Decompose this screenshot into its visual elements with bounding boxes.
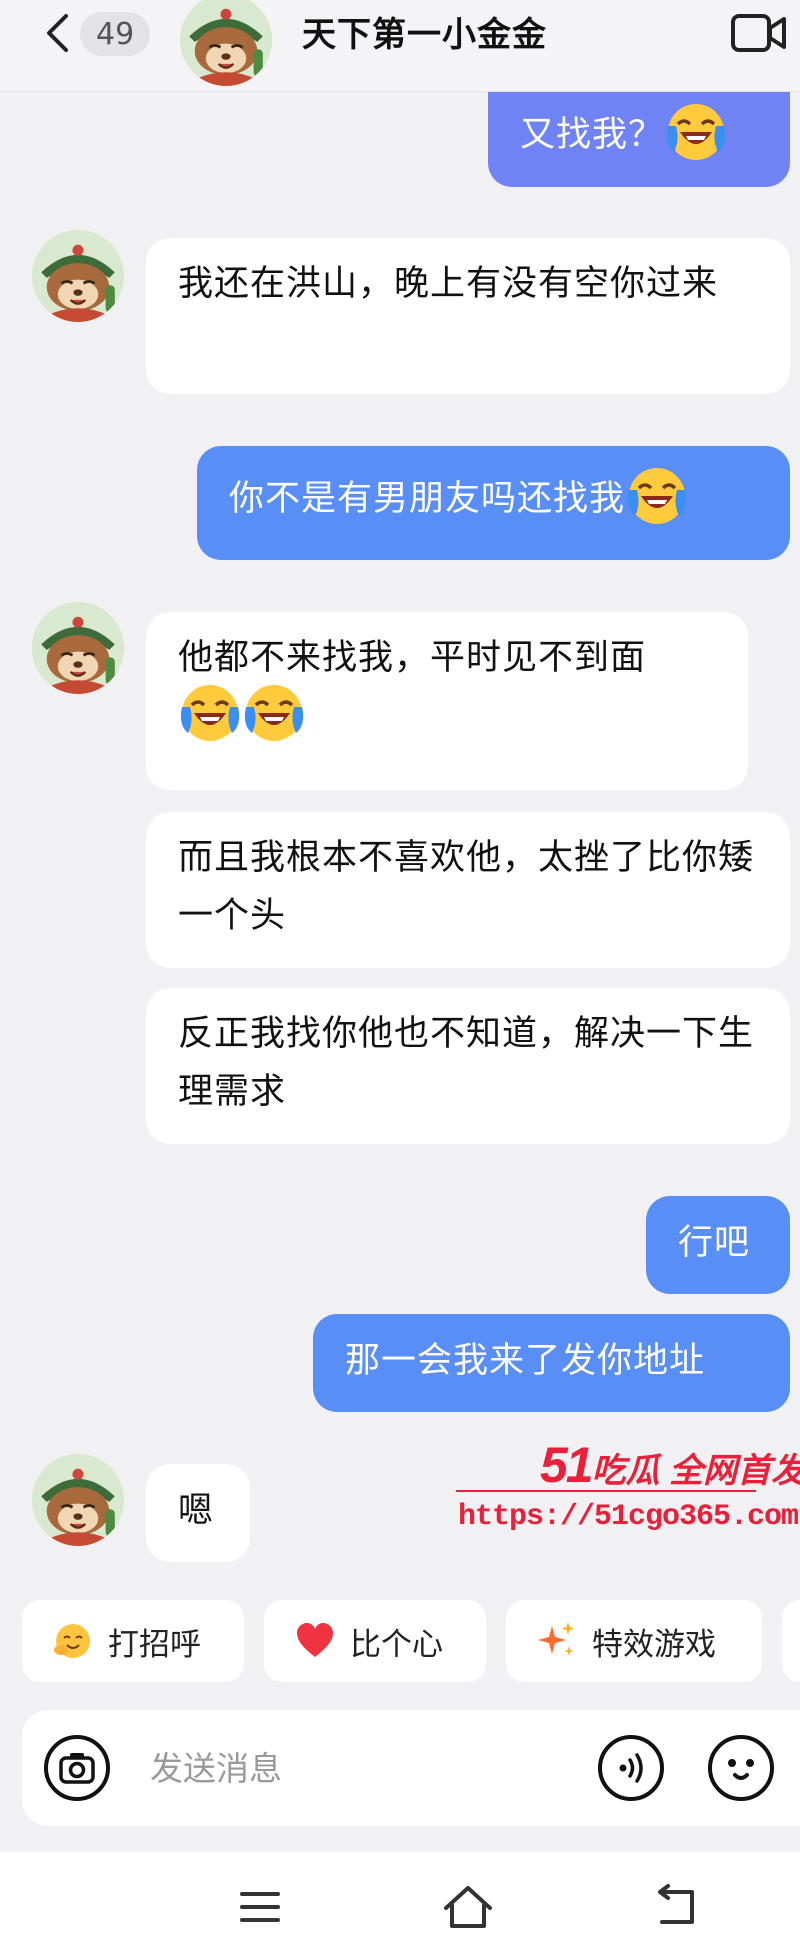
message-text: 行吧: [678, 1223, 751, 1263]
teemo-avatar-icon: [32, 602, 124, 694]
watermark-url: https://51cgo365.com: [458, 1500, 799, 1534]
waving-face-icon: [54, 1624, 90, 1658]
voice-wave-icon: [598, 1735, 664, 1801]
teemo-avatar-icon: [32, 230, 124, 322]
watermark: 51吃瓜 全网首发 https://51cgo365.com: [456, 1436, 800, 1546]
back-button[interactable]: [42, 10, 72, 56]
watermark-brand: 51吃瓜 全网首发: [540, 1437, 800, 1493]
contact-avatar[interactable]: [32, 602, 124, 694]
camera-icon: [44, 1735, 110, 1801]
teemo-avatar-icon: [180, 0, 272, 86]
sparkles-icon: [538, 1622, 575, 1656]
message-composer: [22, 1710, 800, 1826]
message-bubble-incoming[interactable]: 而且我根本不喜欢他，太挫了比你矮一个头: [146, 812, 790, 968]
message-text: 那一会我来了发你地址: [345, 1341, 706, 1381]
crying-laughing-emoji-icon: [664, 100, 728, 164]
contact-name: 天下第一小金金: [302, 15, 547, 55]
quick-action-greet[interactable]: 打招呼: [22, 1600, 244, 1682]
message-text: 你不是有男朋友吗还找我: [229, 479, 626, 519]
message-bubble-outgoing[interactable]: 又找我？: [488, 92, 790, 187]
chat-header: 49 天下第一小金金: [0, 0, 800, 92]
contact-avatar[interactable]: [180, 0, 272, 86]
message-text: 我还在洪山，晚上有没有空你过来: [178, 264, 719, 304]
message-bubble-incoming[interactable]: 我还在洪山，晚上有没有空你过来: [146, 238, 790, 394]
message-input[interactable]: [150, 1734, 590, 1802]
heart-icon: [297, 1623, 333, 1657]
message-bubble-outgoing[interactable]: 那一会我来了发你地址: [313, 1314, 790, 1412]
video-camera-icon: [731, 14, 786, 52]
quick-action-heart[interactable]: 比个心: [264, 1600, 486, 1682]
camera-button[interactable]: [42, 1733, 112, 1803]
crying-laughing-emoji-icon: [178, 681, 242, 745]
quick-action-label: 特效游戏: [592, 1626, 716, 1663]
hamburger-menu-icon: [240, 1892, 280, 1922]
quick-action-more[interactable]: [782, 1600, 800, 1682]
home-icon: [444, 1886, 492, 1928]
message-bubble-incoming[interactable]: 他都不来找我，平时见不到面: [146, 612, 748, 790]
message-text: 又找我？: [520, 115, 665, 155]
quick-action-label: 打招呼: [108, 1626, 201, 1663]
contact-avatar[interactable]: [32, 230, 124, 322]
crying-laughing-emoji-icon: [242, 681, 306, 745]
unread-count-badge[interactable]: 49: [80, 12, 151, 56]
message-bubble-outgoing[interactable]: 你不是有男朋友吗还找我: [197, 446, 790, 560]
message-text: 他都不来找我，平时见不到面: [178, 638, 647, 678]
teemo-avatar-icon: [32, 1454, 124, 1546]
quick-action-effects-game[interactable]: 特效游戏: [506, 1600, 762, 1682]
emoji-button[interactable]: [706, 1733, 776, 1803]
message-bubble-incoming[interactable]: 反正我找你他也不知道，解决一下生理需求: [146, 988, 790, 1144]
chevron-left-icon: [47, 14, 68, 52]
contact-avatar[interactable]: [32, 1454, 124, 1546]
smiley-face-icon: [708, 1735, 774, 1801]
quick-action-bar: 打招呼 比个心 特效游戏: [0, 1600, 800, 1684]
message-text: 而且我根本不喜欢他，太挫了比你矮一个头: [178, 838, 755, 936]
message-bubble-outgoing[interactable]: 行吧: [646, 1196, 790, 1294]
video-call-button[interactable]: [730, 8, 788, 58]
crying-laughing-emoji-icon: [625, 464, 689, 528]
home-button[interactable]: [440, 1882, 496, 1932]
message-text: 反正我找你他也不知道，解决一下生理需求: [178, 1014, 755, 1112]
message-bubble-incoming[interactable]: 嗯: [146, 1464, 250, 1562]
system-navigation-bar: [0, 1852, 800, 1958]
voice-button[interactable]: [596, 1733, 666, 1803]
return-arrow-icon: [658, 1884, 694, 1924]
back-nav-button[interactable]: [648, 1882, 704, 1932]
quick-action-label: 比个心: [350, 1626, 443, 1663]
message-text: 嗯: [178, 1491, 215, 1531]
menu-button[interactable]: [232, 1882, 288, 1932]
watermark-divider: [456, 1490, 756, 1492]
